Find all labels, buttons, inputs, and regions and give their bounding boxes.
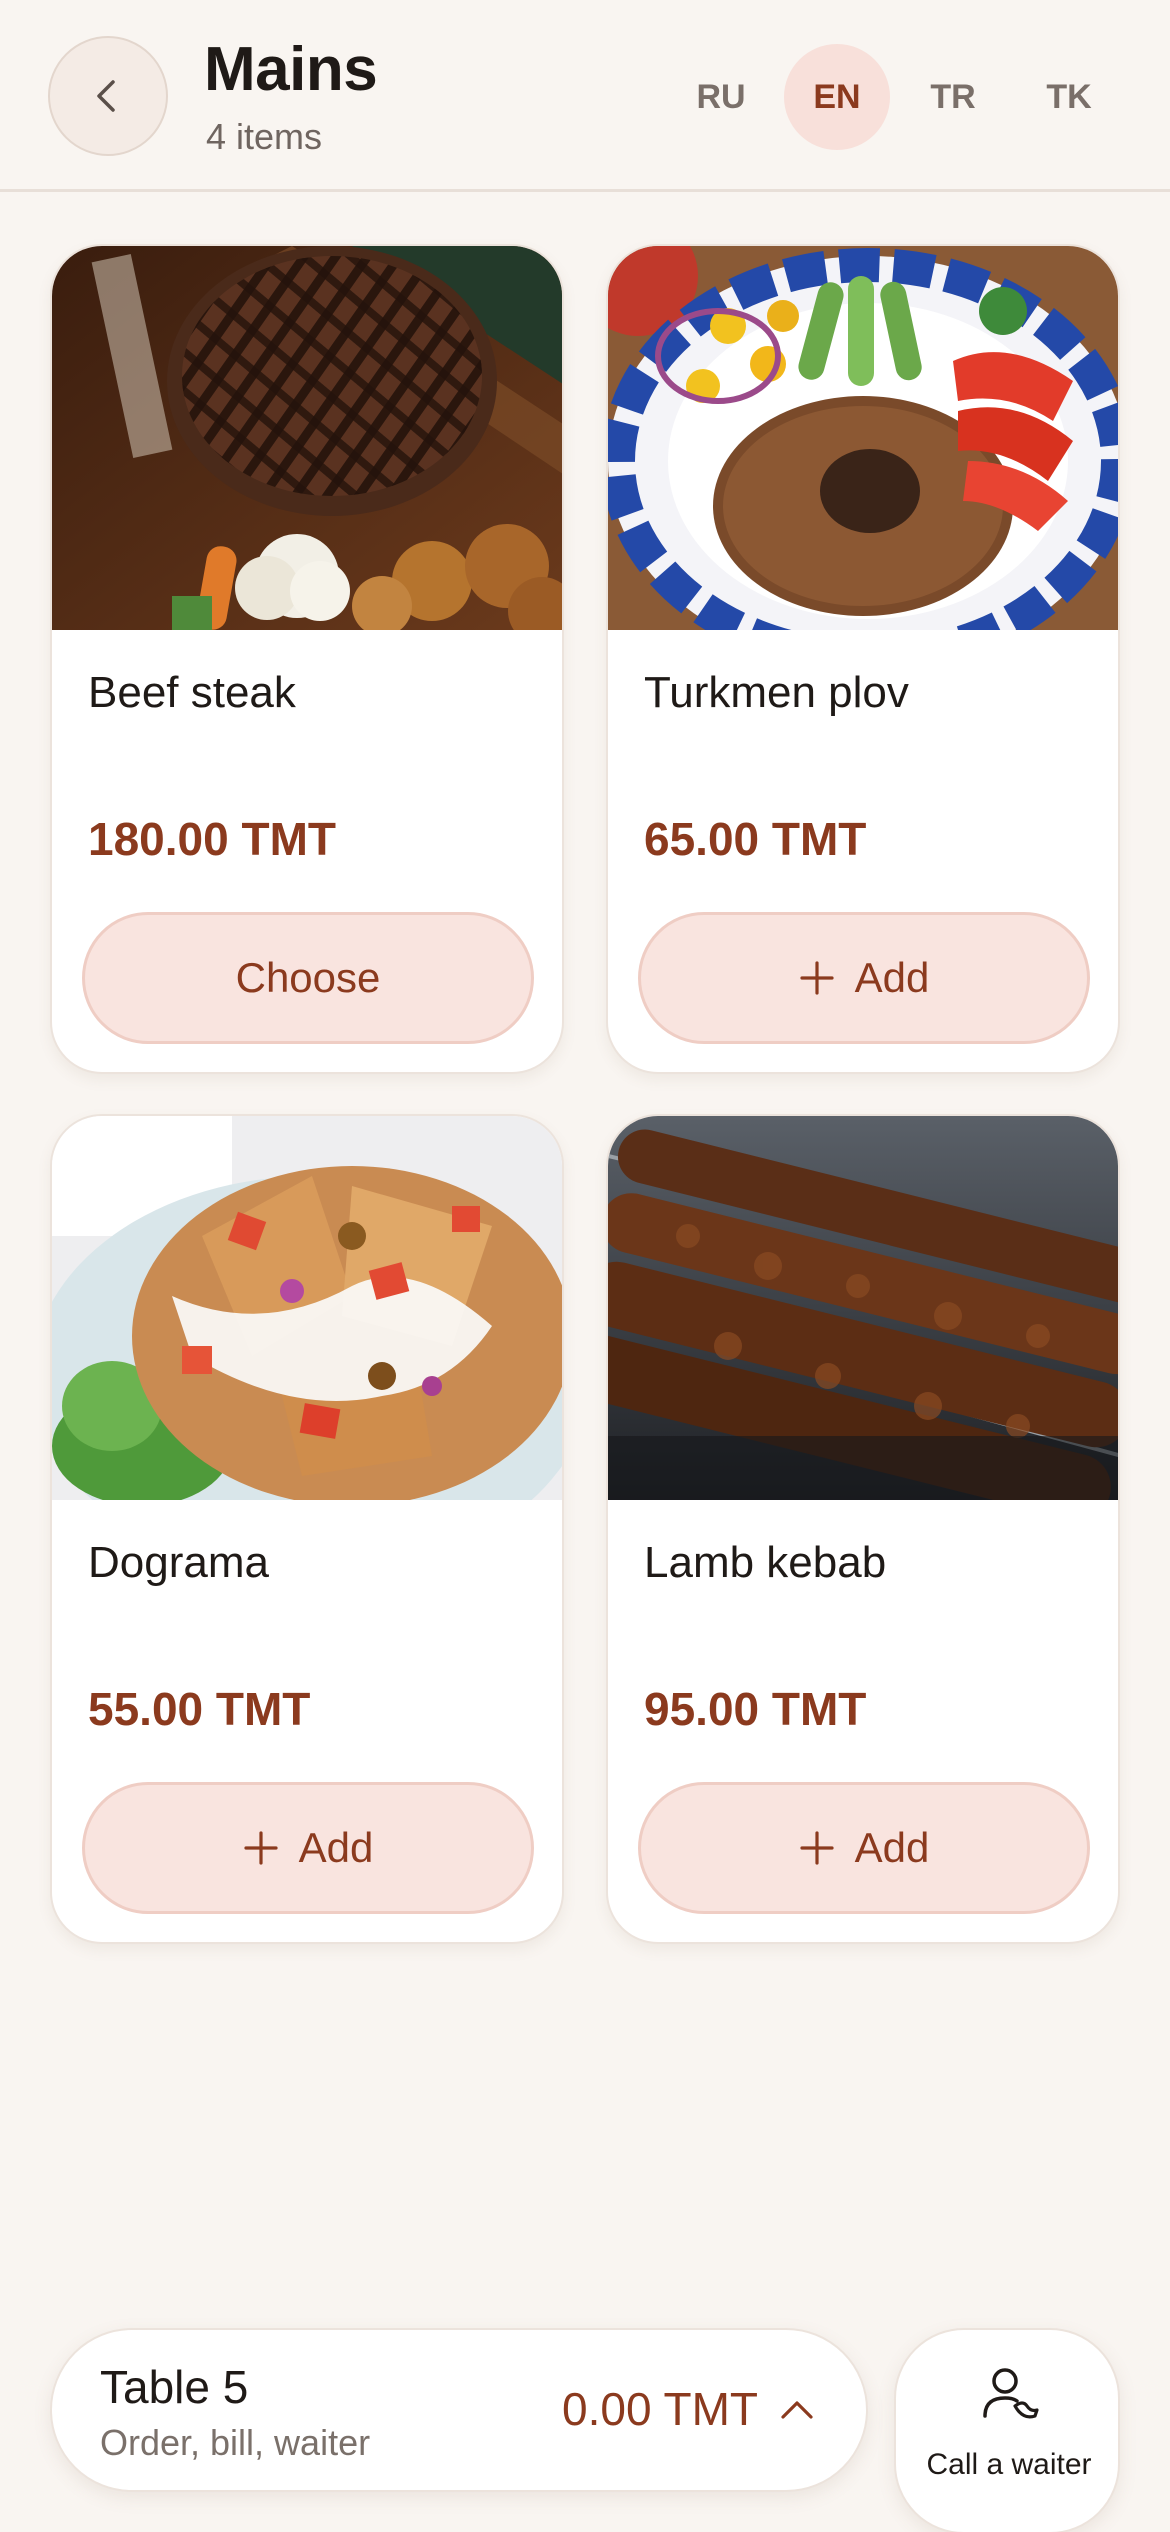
turkmen-plov-photo xyxy=(608,246,1118,630)
order-total-value: 0.00 TMT xyxy=(562,2383,758,2435)
item-name: Beef steak xyxy=(88,668,296,717)
choose-button[interactable]: Choose xyxy=(82,912,534,1044)
beef-steak-photo xyxy=(52,246,562,630)
button-label: Add xyxy=(298,1824,374,1871)
menu-card[interactable]: Dograma 55.00 TMT Add xyxy=(50,1114,564,1944)
page-title: Mains xyxy=(204,35,378,104)
add-button[interactable]: Add xyxy=(82,1782,534,1914)
table-subtitle: Order, bill, waiter xyxy=(100,2422,371,2463)
add-button[interactable]: Add xyxy=(638,1782,1090,1914)
menu-grid: Beef steak 180.00 TMT Choose Turkmen plo… xyxy=(50,244,1120,1944)
chevron-left-icon xyxy=(97,80,115,112)
call-waiter-button[interactable]: Call a waiter xyxy=(894,2328,1120,2532)
table-order-bar[interactable]: Table 5 Order, bill, waiter 0.00 TMT xyxy=(50,2328,868,2492)
menu-card[interactable]: Lamb kebab 95.00 TMT Add xyxy=(606,1114,1120,1944)
language-switcher: RU EN TR TK xyxy=(668,44,1122,150)
lang-tr[interactable]: TR xyxy=(900,44,1006,150)
item-price: 65.00 TMT xyxy=(644,813,867,865)
call-waiter-label: Call a waiter xyxy=(926,2448,1092,2481)
lang-tk[interactable]: TK xyxy=(1016,44,1122,150)
plus-icon xyxy=(244,1831,278,1865)
lamb-kebab-photo xyxy=(608,1116,1118,1500)
item-name: Turkmen plov xyxy=(644,668,909,717)
waiter-bell-icon xyxy=(983,2368,1039,2419)
item-name: Dograma xyxy=(88,1538,269,1587)
back-button[interactable] xyxy=(48,36,168,156)
item-name: Lamb kebab xyxy=(644,1538,887,1587)
plus-icon xyxy=(800,1831,834,1865)
table-number: Table 5 xyxy=(100,2361,249,2413)
button-label: Choose xyxy=(235,954,381,1001)
header: Mains 4 items RU EN TR TK xyxy=(0,0,1170,192)
item-price: 55.00 TMT xyxy=(88,1683,311,1735)
lang-ru[interactable]: RU xyxy=(668,44,774,150)
button-label: Add xyxy=(854,1824,930,1871)
order-total: 0.00 TMT xyxy=(562,2382,814,2436)
item-price: 95.00 TMT xyxy=(644,1683,867,1735)
dograma-photo xyxy=(52,1116,562,1500)
add-button[interactable]: Add xyxy=(638,912,1090,1044)
button-label: Add xyxy=(854,954,930,1001)
menu-card[interactable]: Beef steak 180.00 TMT Choose xyxy=(50,244,564,1074)
menu-card[interactable]: Turkmen plov 65.00 TMT Add xyxy=(606,244,1120,1074)
lang-en[interactable]: EN xyxy=(784,44,890,150)
item-count: 4 items xyxy=(206,116,323,157)
plus-icon xyxy=(800,961,834,995)
item-price: 180.00 TMT xyxy=(88,813,336,865)
chevron-up-icon xyxy=(781,2401,813,2419)
